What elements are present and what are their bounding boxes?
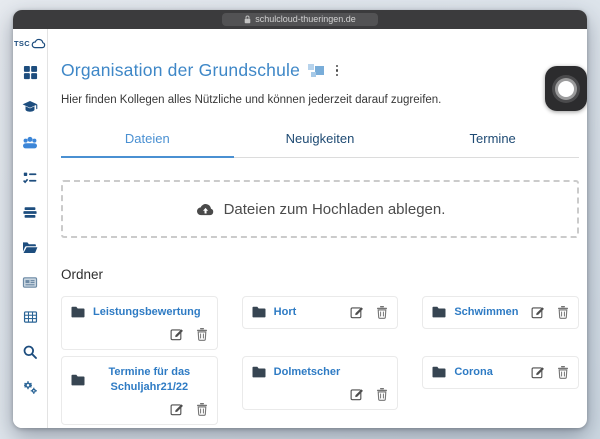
calendar-grid-icon: [23, 310, 38, 324]
sidebar-item-courses[interactable]: [22, 99, 38, 115]
gears-icon: [22, 379, 38, 395]
sidebar-item-files[interactable]: [22, 239, 38, 255]
folder-actions: [519, 365, 569, 379]
tab-termine[interactable]: Termine: [406, 122, 579, 157]
trash-icon[interactable]: [376, 387, 388, 401]
edit-icon[interactable]: [350, 305, 364, 319]
sidebar-item-settings[interactable]: [22, 379, 38, 395]
edit-icon[interactable]: [170, 402, 184, 416]
trash-icon[interactable]: [557, 305, 569, 319]
tab-bar: Dateien Neuigkeiten Termine: [61, 122, 579, 158]
lock-icon: [244, 15, 251, 24]
sidebar: TSC: [13, 29, 48, 428]
folder-icon: [71, 306, 85, 318]
trash-icon[interactable]: [196, 327, 208, 341]
kebab-menu-icon[interactable]: [333, 63, 341, 78]
folder-name-link[interactable]: Termine für das Schuljahr21/22: [93, 365, 206, 395]
edit-icon[interactable]: [350, 387, 364, 401]
folder-name-link[interactable]: Schwimmen: [454, 305, 518, 320]
trash-icon[interactable]: [557, 365, 569, 379]
folder-card: Corona: [422, 356, 579, 389]
folder-actions: [519, 305, 569, 319]
file-dropzone[interactable]: Dateien zum Hochladen ablegen.: [61, 180, 579, 238]
folder-name-link[interactable]: Leistungsbewertung: [93, 305, 201, 320]
folder-icon: [252, 306, 266, 318]
sidebar-nav: [22, 64, 38, 395]
logo-text: TSC: [14, 39, 30, 48]
browser-url-bar: schulcloud-thueringen.de: [13, 10, 587, 29]
browser-window: schulcloud-thueringen.de TSC: [13, 10, 587, 428]
search-icon: [22, 344, 38, 360]
page-title: Organisation der Grundschule: [61, 60, 300, 81]
edit-icon[interactable]: [170, 327, 184, 341]
folder-card: Schwimmen: [422, 296, 579, 329]
folder-actions: [338, 305, 388, 319]
folder-icon: [252, 366, 266, 378]
trash-icon[interactable]: [376, 305, 388, 319]
open-folder-icon: [22, 240, 38, 254]
folder-actions: [338, 387, 388, 401]
folder-name-link[interactable]: Dolmetscher: [274, 365, 341, 380]
edit-icon[interactable]: [531, 305, 545, 319]
folder-card: Dolmetscher: [242, 356, 399, 410]
sidebar-item-dashboard[interactable]: [22, 64, 38, 80]
sidebar-item-news[interactable]: [22, 274, 38, 290]
record-button[interactable]: [545, 66, 587, 111]
stacked-bars-icon: [22, 205, 38, 220]
grid-icon: [23, 65, 38, 80]
page-subtitle: Hier finden Kollegen alles Nützliche und…: [61, 94, 579, 106]
newspaper-icon: [22, 275, 38, 290]
team-avatar: [308, 63, 325, 78]
graduation-cap-icon: [22, 100, 38, 114]
task-list-icon: [22, 170, 38, 185]
folder-actions: [158, 402, 208, 416]
page-header: Organisation der Grundschule: [61, 60, 579, 81]
main-content: Organisation der Grundschule Hier finden…: [48, 29, 587, 428]
folder-name-link[interactable]: Hort: [274, 305, 297, 320]
address-text: schulcloud-thueringen.de: [255, 13, 356, 26]
cloud-upload-icon: [195, 202, 215, 217]
folder-icon: [71, 374, 85, 386]
address-field[interactable]: schulcloud-thueringen.de: [222, 13, 378, 26]
folder-icon: [432, 306, 446, 318]
folder-card: Termine für das Schuljahr21/22: [61, 356, 218, 425]
edit-icon[interactable]: [531, 365, 545, 379]
sidebar-item-lernstore[interactable]: [22, 204, 38, 220]
sidebar-item-tasks[interactable]: [22, 169, 38, 185]
folders-heading: Ordner: [61, 267, 579, 282]
folder-grid: Leistungsbewertung Hort: [61, 296, 579, 425]
folder-card: Leistungsbewertung: [61, 296, 218, 350]
folder-icon: [432, 366, 446, 378]
trash-icon[interactable]: [196, 402, 208, 416]
dropzone-label: Dateien zum Hochladen ablegen.: [224, 201, 446, 218]
cloud-icon: [31, 38, 46, 49]
sidebar-item-calendar[interactable]: [22, 309, 38, 325]
folder-actions: [158, 327, 208, 341]
sidebar-item-search[interactable]: [22, 344, 38, 360]
folder-card: Hort: [242, 296, 399, 329]
app-logo[interactable]: TSC: [14, 38, 46, 49]
sidebar-item-teams[interactable]: [22, 134, 38, 150]
tab-neuigkeiten[interactable]: Neuigkeiten: [234, 122, 407, 157]
folder-name-link[interactable]: Corona: [454, 365, 493, 380]
people-icon: [22, 135, 38, 150]
tab-dateien[interactable]: Dateien: [61, 122, 234, 158]
record-dot-icon: [558, 81, 574, 97]
